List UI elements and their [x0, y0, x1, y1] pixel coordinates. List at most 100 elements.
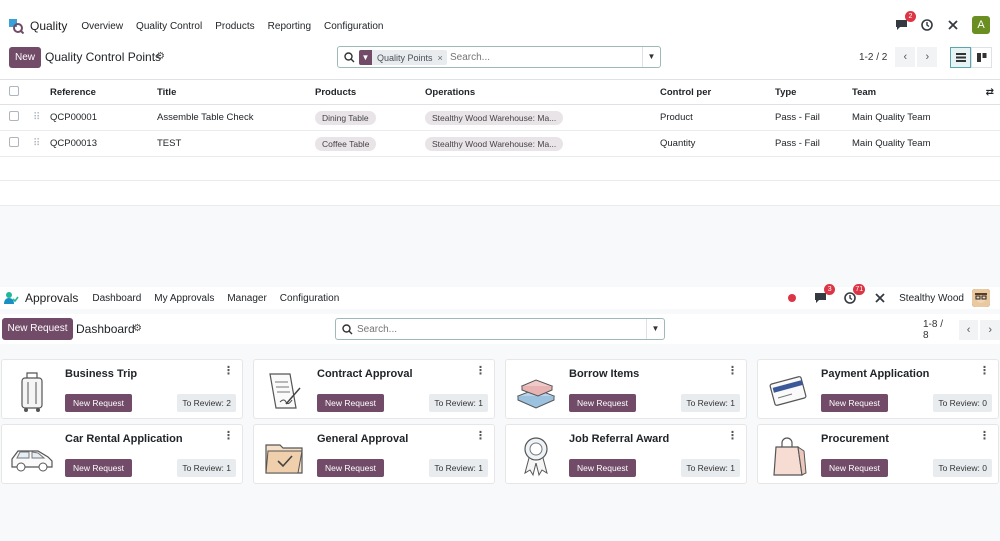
chat-badge: 2: [905, 11, 916, 22]
drag-handle-icon[interactable]: ⠿: [33, 112, 40, 123]
col-type[interactable]: Type: [775, 79, 852, 105]
approval-card[interactable]: Contract Approval ⋮ New Request To Revie…: [253, 359, 495, 419]
to-review-button[interactable]: To Review: 1: [681, 459, 740, 477]
row-checkbox-cell: [0, 130, 33, 157]
approvals-brand[interactable]: Approvals: [3, 290, 92, 306]
debug-tools-icon[interactable]: [871, 289, 889, 307]
page-title: Dashboard: [76, 322, 135, 336]
pager-prev-icon[interactable]: ‹: [895, 47, 916, 67]
col-operations[interactable]: Operations: [425, 79, 660, 105]
card-menu-icon[interactable]: ⋮: [727, 364, 738, 377]
approval-card[interactable]: Job Referral Award ⋮ New Request To Revi…: [505, 424, 747, 484]
select-all-checkbox[interactable]: [9, 85, 19, 96]
menu-configuration[interactable]: Configuration: [324, 21, 383, 32]
approval-card[interactable]: Borrow Items ⋮ New Request To Review: 1: [505, 359, 747, 419]
card-menu-icon[interactable]: ⋮: [223, 429, 234, 442]
card-new-request-button[interactable]: New Request: [65, 459, 132, 477]
card-payment-icon: [764, 366, 812, 414]
menu-my-approvals[interactable]: My Approvals: [154, 293, 214, 304]
card-title: Contract Approval: [317, 368, 413, 380]
user-name[interactable]: Stealthy Wood: [899, 293, 964, 304]
car-icon: [8, 431, 56, 479]
kanban-view-icon[interactable]: [971, 47, 992, 68]
pager: 1-2 / 2 ‹ ›: [859, 47, 938, 67]
menu-configuration[interactable]: Configuration: [280, 293, 339, 304]
search-options-toggle[interactable]: ▼: [646, 319, 664, 339]
search-input[interactable]: [357, 322, 627, 337]
new-button[interactable]: New: [9, 47, 41, 68]
card-menu-icon[interactable]: ⋮: [475, 429, 486, 442]
to-review-button[interactable]: To Review: 0: [933, 394, 992, 412]
to-review-button[interactable]: To Review: 1: [429, 459, 488, 477]
new-request-button[interactable]: New Request: [2, 318, 73, 340]
card-menu-icon[interactable]: ⋮: [475, 364, 486, 377]
search-options-toggle[interactable]: ▼: [642, 47, 660, 67]
pager-next-icon[interactable]: ›: [980, 320, 1000, 340]
approvals-app: Approvals Dashboard My Approvals Manager…: [0, 272, 1000, 541]
card-title: Procurement: [821, 433, 889, 445]
chat-icon[interactable]: 3: [811, 284, 836, 307]
empty-row: [0, 181, 1000, 206]
table-row[interactable]: ⠿ QCP00013 TEST Coffee Table Stealthy Wo…: [0, 130, 1000, 157]
card-menu-icon[interactable]: ⋮: [979, 429, 990, 442]
col-reference[interactable]: Reference: [50, 79, 157, 105]
list-view-icon[interactable]: [950, 47, 971, 68]
to-review-button[interactable]: To Review: 0: [933, 459, 992, 477]
menu-manager[interactable]: Manager: [227, 293, 266, 304]
card-new-request-button[interactable]: New Request: [821, 394, 888, 412]
card-new-request-button[interactable]: New Request: [821, 459, 888, 477]
approval-card[interactable]: Payment Application ⋮ New Request To Rev…: [757, 359, 999, 419]
debug-tools-icon[interactable]: [944, 16, 962, 34]
col-team-label: Team: [852, 86, 877, 98]
chat-icon[interactable]: 2: [892, 11, 916, 34]
user-avatar[interactable]: [972, 289, 990, 307]
menu-dashboard[interactable]: Dashboard: [92, 293, 141, 304]
to-review-button[interactable]: To Review: 1: [177, 459, 236, 477]
operation-tag: Stealthy Wood Warehouse: Ma...: [425, 136, 564, 151]
col-control-per[interactable]: Control per: [660, 79, 775, 105]
page-title: Quality Control Points: [45, 50, 162, 64]
col-products[interactable]: Products: [315, 79, 425, 105]
to-review-button[interactable]: To Review: 2: [177, 394, 236, 412]
card-menu-icon[interactable]: ⋮: [223, 364, 234, 377]
status-dot-icon[interactable]: [783, 289, 801, 307]
approval-card[interactable]: Car Rental Application ⋮ New Request To …: [1, 424, 243, 484]
quality-brand[interactable]: Quality: [8, 18, 81, 35]
pager-value[interactable]: 1-2 / 2: [859, 52, 887, 63]
drag-handle-icon[interactable]: ⠿: [33, 138, 40, 149]
clock-icon[interactable]: [918, 16, 936, 34]
pager-prev-icon[interactable]: ‹: [958, 320, 979, 340]
card-new-request-button[interactable]: New Request: [569, 394, 636, 412]
cell-reference: QCP00013: [50, 130, 157, 157]
card-new-request-button[interactable]: New Request: [569, 459, 636, 477]
card-new-request-button[interactable]: New Request: [65, 394, 132, 412]
menu-reporting[interactable]: Reporting: [268, 21, 311, 32]
approval-card[interactable]: Procurement ⋮ New Request To Review: 0: [757, 424, 999, 484]
col-title[interactable]: Title: [157, 79, 315, 105]
pager-next-icon[interactable]: ›: [917, 47, 938, 67]
activity-icon[interactable]: 71: [841, 284, 866, 307]
menu-overview[interactable]: Overview: [81, 21, 123, 32]
row-checkbox[interactable]: [9, 137, 19, 147]
user-avatar[interactable]: A: [972, 16, 990, 34]
card-new-request-button[interactable]: New Request: [317, 459, 384, 477]
pager-value[interactable]: 1-8 / 8: [923, 319, 951, 341]
approval-card[interactable]: General Approval ⋮ New Request To Review…: [253, 424, 495, 484]
col-team[interactable]: Team ⇄: [852, 79, 1000, 105]
to-review-button[interactable]: To Review: 1: [429, 394, 488, 412]
gear-icon[interactable]: ⚙: [133, 323, 142, 334]
table-row[interactable]: ⠿ QCP00001 Assemble Table Check Dining T…: [0, 104, 1000, 131]
approval-card[interactable]: Business Trip ⋮ New Request To Review: 2: [1, 359, 243, 419]
search-input[interactable]: [450, 50, 635, 65]
facet-remove-icon[interactable]: ×: [438, 53, 447, 63]
card-new-request-button[interactable]: New Request: [317, 394, 384, 412]
cell-control-per: Product: [660, 104, 775, 131]
card-menu-icon[interactable]: ⋮: [727, 429, 738, 442]
menu-products[interactable]: Products: [215, 21, 254, 32]
gear-icon[interactable]: ⚙: [156, 51, 165, 62]
row-checkbox[interactable]: [9, 111, 19, 121]
menu-quality-control[interactable]: Quality Control: [136, 21, 202, 32]
to-review-button[interactable]: To Review: 1: [681, 394, 740, 412]
optional-columns-icon[interactable]: ⇄: [986, 87, 994, 98]
card-menu-icon[interactable]: ⋮: [979, 364, 990, 377]
